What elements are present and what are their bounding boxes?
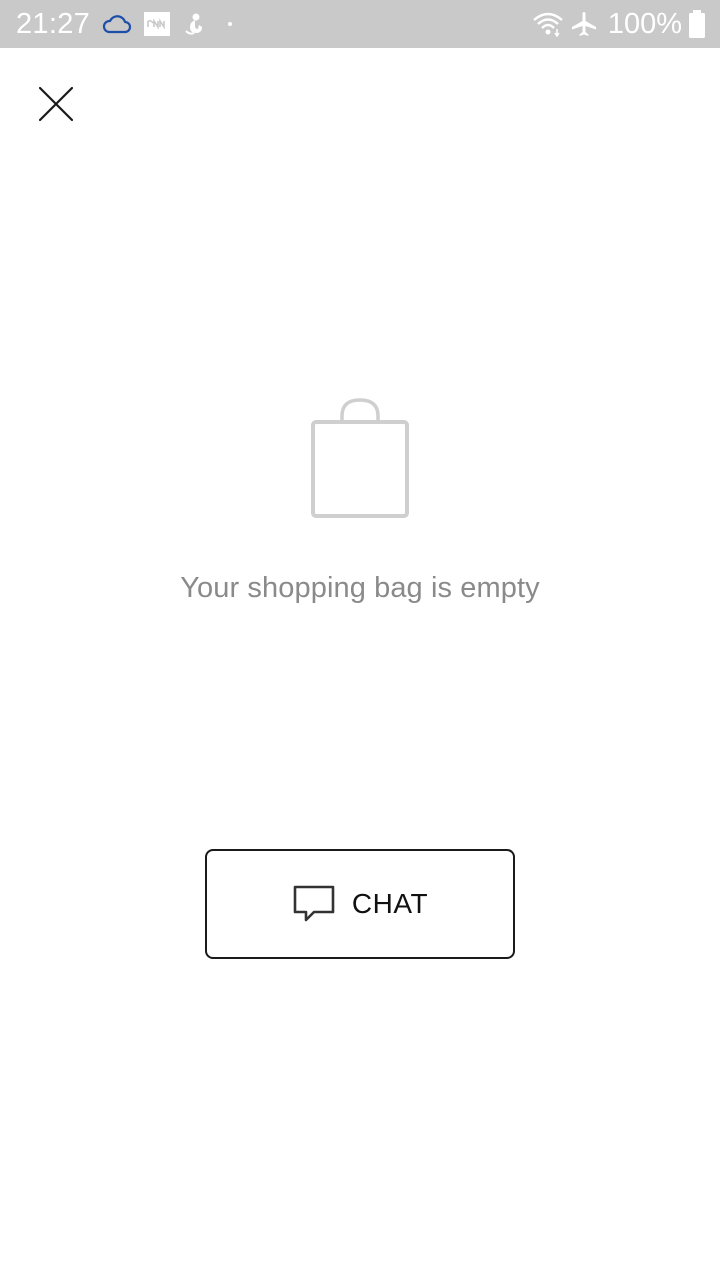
bird-notification-icon [182,11,208,37]
airplane-mode-icon [570,10,598,38]
status-bar-right: 100% [532,8,706,41]
dot-icon [220,14,240,34]
close-icon [38,86,74,122]
status-bar: 21:27 100% [0,0,720,48]
wifi-icon [532,11,564,37]
close-button[interactable] [28,76,84,132]
chat-button-label: CHAT [351,888,429,919]
cnn-app-icon [144,12,171,36]
empty-bag-message: Your shopping bag is empty [180,572,540,604]
shopping-bag-icon [311,398,409,518]
battery-icon [688,10,706,38]
status-bar-left: 21:27 [16,8,252,41]
empty-bag-state: Your shopping bag is empty [0,396,720,605]
chat-bubble-icon [293,885,335,922]
chat-button[interactable]: CHAT [205,849,515,959]
cloud-icon [102,13,132,35]
cart-screen: 21:27 100% Your shopping bag is empty CH… [0,0,720,1280]
status-time: 21:27 [16,7,91,40]
battery-percentage: 100% [607,7,682,40]
